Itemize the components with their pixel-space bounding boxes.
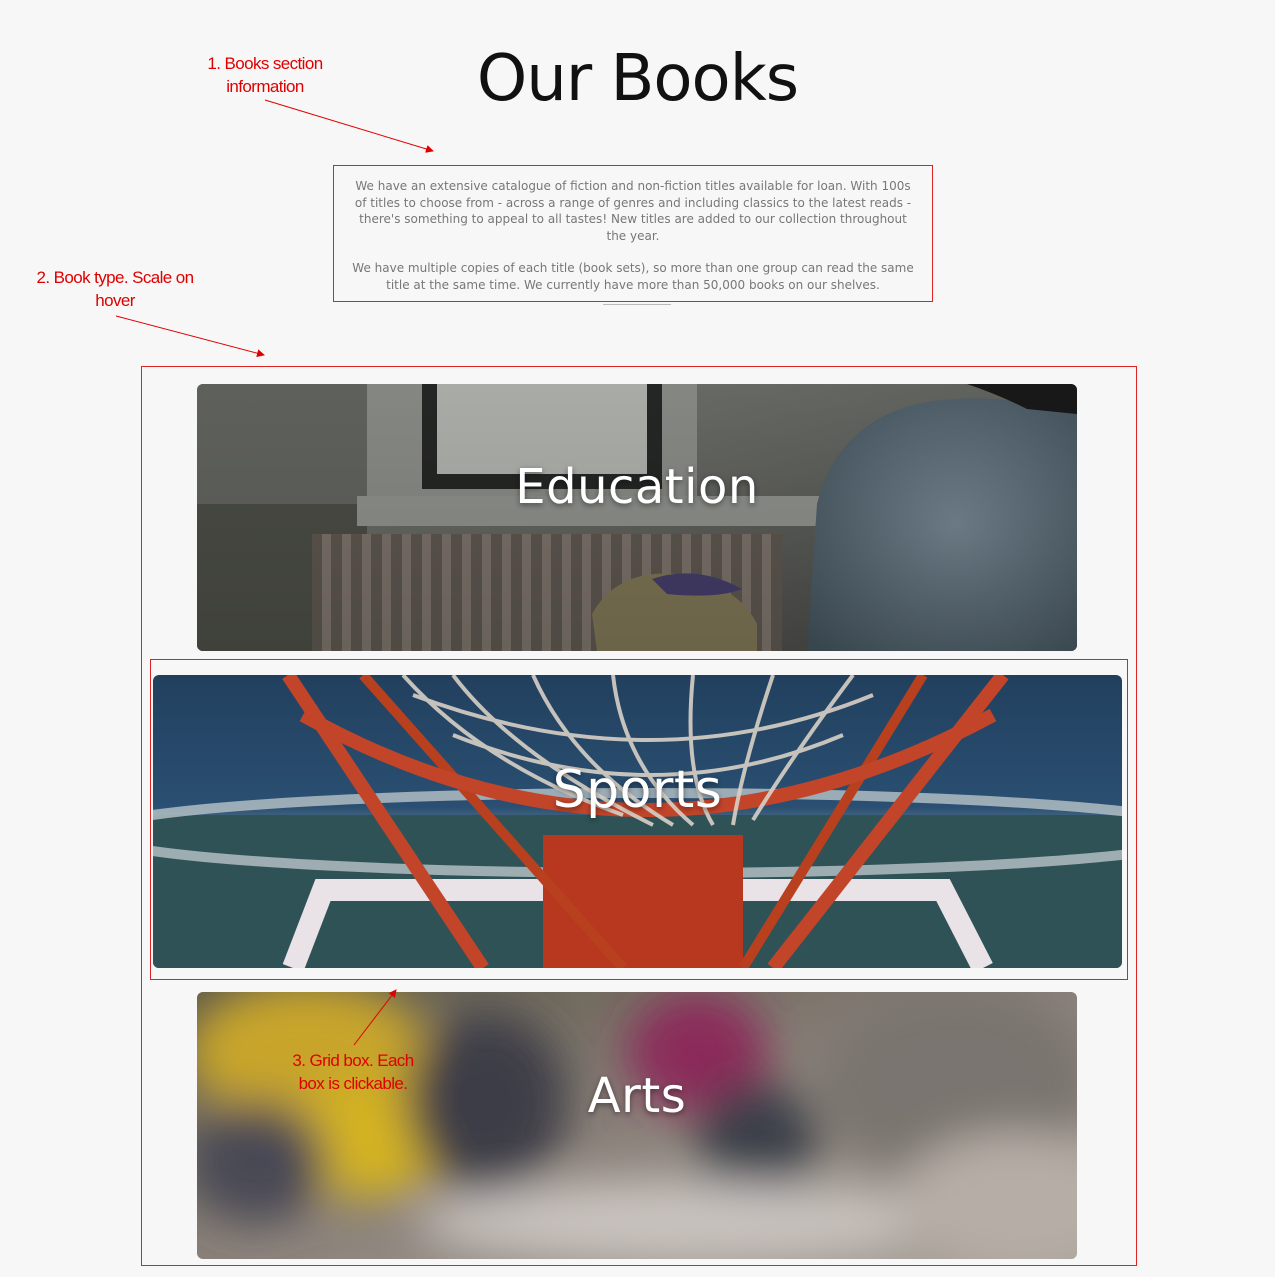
annotation-grid-box: 3. Grid box. Each box is clickable. [292,1051,414,1093]
category-card-education[interactable]: Education [197,384,1077,651]
books-section-info: We have an extensive catalogue of fictio… [333,165,933,302]
annotation-book-type: 2. Book type. Scale on hover [36,268,195,310]
intro-paragraph-2: We have multiple copies of each title (b… [352,261,914,292]
category-label: Education [515,458,759,515]
annotation-books-section: 1. Books section information [207,54,323,96]
annotation-arrow-2 [115,315,265,358]
category-card-arts[interactable]: Arts [197,992,1077,1259]
blurred-art-supplies-photo [197,992,1077,1259]
category-label: Sports [552,759,723,820]
intro-paragraph-1: We have an extensive catalogue of fictio… [354,179,912,243]
student-by-radiator-photo [197,384,1077,651]
category-label: Arts [587,1067,687,1124]
intro-divider [603,304,671,305]
